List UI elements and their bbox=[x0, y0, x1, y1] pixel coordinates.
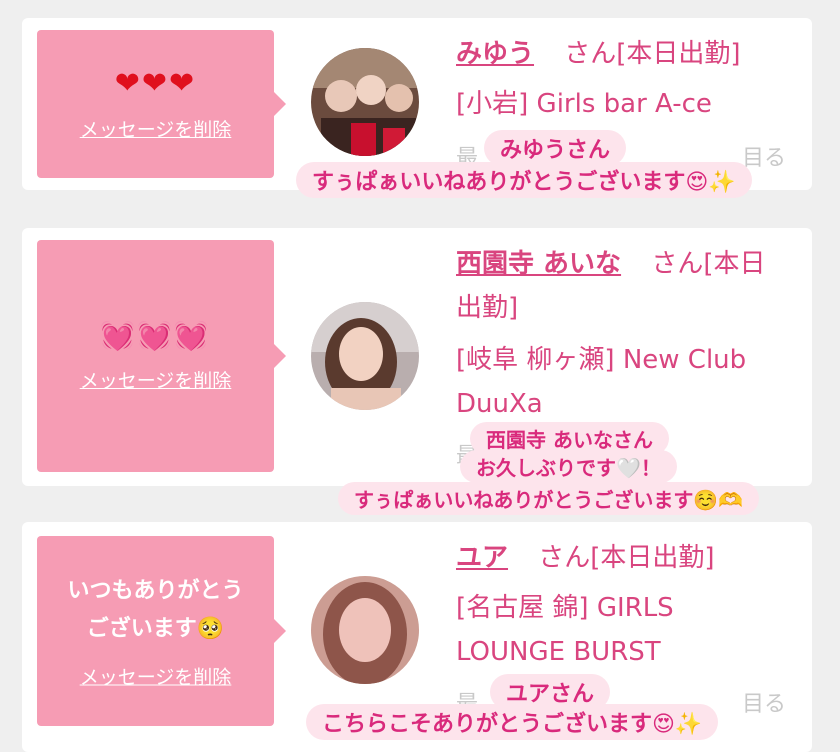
caption-name: みゆうさん bbox=[484, 130, 627, 166]
message-text: いつもありがとう bbox=[67, 578, 244, 604]
profile-info: みゆう さん[本日出勤] [小岩] Girls bar A-ce bbox=[456, 32, 796, 126]
message-bubble: 💓💓💓 メッセージを削除 bbox=[37, 240, 286, 472]
message-bubble: いつもありがとう ございます🥺 メッセージを削除 bbox=[37, 536, 286, 726]
avatar[interactable] bbox=[311, 48, 419, 156]
hearts-emoji: 💓💓💓 bbox=[100, 319, 211, 352]
caption-message: こちらこそありがとうございます😍✨ bbox=[306, 704, 719, 740]
delete-message-link[interactable]: メッセージを削除 bbox=[80, 115, 232, 142]
status-suffix: さん[本日出勤] bbox=[538, 543, 715, 573]
profile-name-link[interactable]: 西園寺 あいな bbox=[456, 249, 621, 279]
caption-message: すぅぱぁいいねありがとうございます😍✨ bbox=[296, 162, 752, 198]
profile-name-link[interactable]: ユア bbox=[456, 543, 508, 573]
shop-line: [名古屋 錦] GIRLS bbox=[456, 593, 674, 623]
profile-name-link[interactable]: みゆう bbox=[456, 39, 534, 69]
profile-info: 西園寺 あいな さん[本日 出勤] [岐阜 柳ヶ瀬] New Club DuuX… bbox=[456, 242, 796, 426]
shop-line: [岐阜 柳ヶ瀬] New Club bbox=[456, 345, 747, 375]
delete-message-link[interactable]: メッセージを削除 bbox=[80, 366, 232, 393]
shop-line: [小岩] Girls bar A-ce bbox=[456, 89, 712, 119]
status-suffix-cont: 出勤] bbox=[456, 293, 519, 323]
shop-line: LOUNGE BURST bbox=[456, 637, 661, 667]
message-text: ございます🥺 bbox=[86, 616, 225, 642]
status-suffix: さん[本日 bbox=[651, 249, 766, 279]
message-card-2: 💓💓💓 メッセージを削除 西園寺 あいな さん[本日 出勤] [岐阜 柳ヶ瀬] … bbox=[22, 228, 812, 486]
caption-line: お久しぶりです🤍！ bbox=[460, 450, 677, 483]
shop-line: DuuXa bbox=[456, 389, 543, 419]
caption-message: すぅぱぁいいねありがとうございます☺️🫶 bbox=[338, 482, 760, 515]
status-suffix: さん[本日出勤] bbox=[564, 39, 741, 69]
avatar[interactable] bbox=[311, 576, 419, 684]
hearts-emoji: ❤❤❤ bbox=[114, 66, 197, 101]
profile-info: ユア さん[本日出勤] [名古屋 錦] GIRLS LOUNGE BURST bbox=[456, 536, 796, 674]
message-bubble: ❤❤❤ メッセージを削除 bbox=[37, 30, 286, 178]
avatar[interactable] bbox=[311, 302, 419, 410]
delete-message-link[interactable]: メッセージを削除 bbox=[80, 663, 232, 690]
